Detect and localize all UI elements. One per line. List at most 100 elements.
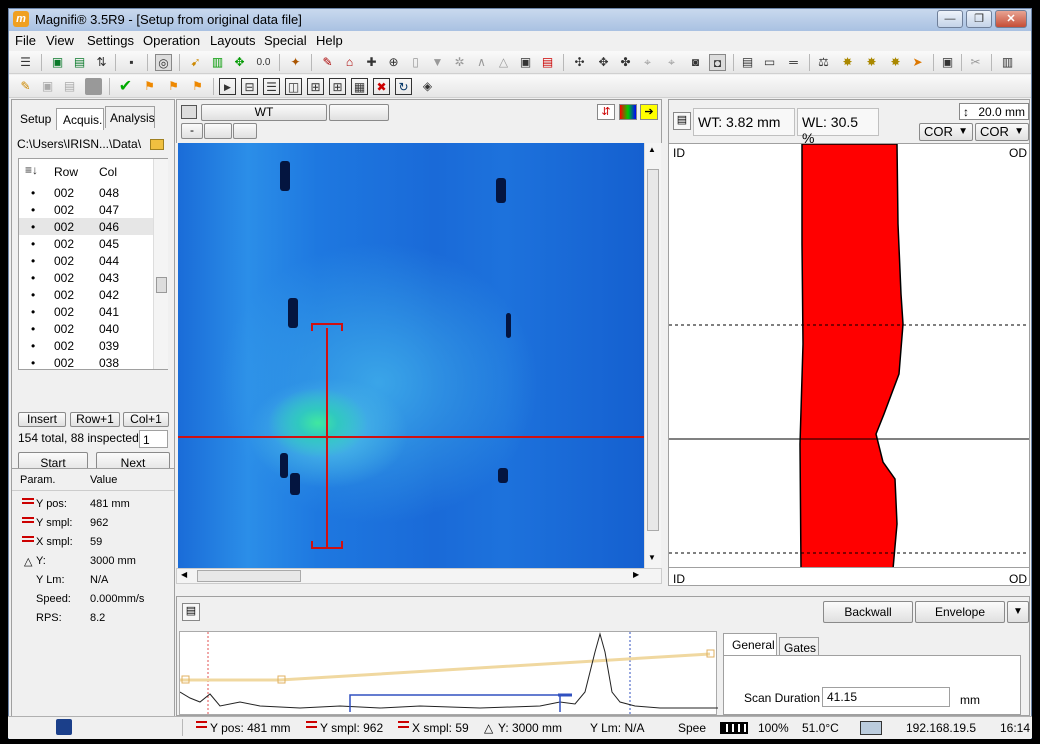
move-split-icon[interactable]: ✤ bbox=[617, 54, 634, 71]
col-plus-button[interactable]: Col+1 bbox=[123, 412, 169, 427]
layout-grid-icon[interactable]: ⊞ bbox=[329, 78, 346, 95]
menu-help[interactable]: Help bbox=[316, 33, 343, 48]
scroll-left-icon[interactable]: ◀ bbox=[181, 570, 187, 579]
page-icon[interactable]: ▤ bbox=[739, 54, 756, 71]
cursor-bottom-bracket[interactable] bbox=[311, 541, 343, 549]
layout-h-icon[interactable]: ⊟ bbox=[241, 78, 258, 95]
folder-icon[interactable] bbox=[150, 139, 164, 150]
cscan-hscroll[interactable]: ◀ ▶ bbox=[176, 568, 662, 584]
zero-icon[interactable]: 0.0 bbox=[255, 54, 272, 71]
menu-settings[interactable]: Settings bbox=[87, 33, 134, 48]
ascan-waveform[interactable] bbox=[179, 631, 718, 716]
play-icon[interactable]: ▶ bbox=[219, 78, 236, 95]
check-icon[interactable]: ✔ bbox=[117, 78, 134, 95]
cscan-option2-button[interactable] bbox=[233, 123, 257, 139]
cursor-mode-icon[interactable]: ⇵ bbox=[597, 104, 615, 120]
list-item[interactable]: • 002 039 bbox=[19, 337, 154, 354]
cscan-icon[interactable]: ▥ bbox=[209, 54, 226, 71]
cscan-vscroll[interactable]: ▲ ▼ bbox=[644, 143, 661, 568]
star1-icon[interactable]: ✸ bbox=[839, 54, 856, 71]
cscan-palette-icon[interactable] bbox=[181, 105, 197, 119]
bottom-settings-icon[interactable]: ▤ bbox=[182, 603, 200, 621]
insert-button[interactable]: Insert bbox=[18, 412, 66, 427]
save-icon[interactable]: ▪ bbox=[123, 54, 140, 71]
palette-icon[interactable]: ◈ bbox=[419, 78, 436, 95]
cscan-vscroll-thumb[interactable] bbox=[647, 169, 659, 531]
lens-icon[interactable]: ◎ bbox=[155, 54, 172, 71]
vertical-cursor[interactable] bbox=[326, 328, 328, 548]
scroll-down-icon[interactable]: ▼ bbox=[648, 553, 656, 562]
ruler-icon[interactable]: ═ bbox=[785, 54, 802, 71]
doc-icon[interactable]: ▯ bbox=[407, 54, 424, 71]
report-icon[interactable]: ▤ bbox=[539, 54, 556, 71]
envelope-button[interactable]: Envelope bbox=[915, 601, 1005, 623]
tab-setup[interactable]: Setup bbox=[20, 112, 51, 126]
range-field[interactable]: ↕ 20.0 mm bbox=[959, 103, 1029, 120]
cor-dropdown-1[interactable]: COR ▼ bbox=[919, 123, 973, 141]
window-icon[interactable]: ▣ bbox=[939, 54, 956, 71]
probe-b-icon[interactable]: ▤ bbox=[71, 54, 88, 71]
header-col[interactable]: Col bbox=[99, 165, 117, 179]
scroll-right-icon[interactable]: ▶ bbox=[633, 570, 639, 579]
list-item[interactable]: • 002 038 bbox=[19, 354, 154, 371]
camera-multi-icon[interactable]: ◘ bbox=[709, 54, 726, 71]
export-icon[interactable]: ➤ bbox=[909, 54, 926, 71]
wand-icon[interactable]: ✦ bbox=[287, 54, 304, 71]
filter-icon[interactable]: ▼ bbox=[429, 54, 446, 71]
envelope-dropdown-icon[interactable]: ▼ bbox=[1007, 601, 1029, 623]
list-item[interactable]: • 002 043 bbox=[19, 269, 154, 286]
marker-icon[interactable]: ✎ bbox=[319, 54, 336, 71]
cscan-image[interactable] bbox=[178, 143, 644, 568]
list-item[interactable]: • 002 047 bbox=[19, 201, 154, 218]
bscan-icon[interactable]: ✥ bbox=[231, 54, 248, 71]
list-item[interactable]: • 002 042 bbox=[19, 286, 154, 303]
wrench-icon[interactable]: ✎ bbox=[17, 78, 34, 95]
close-button[interactable]: ✕ bbox=[995, 10, 1027, 28]
scale-icon[interactable]: ⚖ bbox=[815, 54, 832, 71]
menu-file[interactable]: File bbox=[15, 33, 36, 48]
zoom-out-button[interactable]: - bbox=[181, 123, 203, 139]
inspected-input[interactable]: 1 bbox=[139, 430, 168, 448]
list-icon[interactable]: ☰ bbox=[17, 54, 34, 71]
cscan-view-button[interactable] bbox=[329, 104, 389, 121]
cursor2-icon[interactable]: ⌖ bbox=[663, 54, 680, 71]
restore-button[interactable]: ❐ bbox=[966, 10, 992, 28]
row-plus-button[interactable]: Row+1 bbox=[70, 412, 120, 427]
move-icon[interactable]: ✣ bbox=[571, 54, 588, 71]
scroll-up-icon[interactable]: ▲ bbox=[648, 145, 656, 154]
star2-icon[interactable]: ✸ bbox=[863, 54, 880, 71]
list-item[interactable]: • 002 048 bbox=[19, 184, 154, 201]
save-status-icon[interactable] bbox=[56, 719, 72, 735]
list-scrollbar[interactable] bbox=[153, 159, 168, 369]
menu-operation[interactable]: Operation bbox=[143, 33, 200, 48]
probe-icon[interactable]: ▣ bbox=[49, 54, 66, 71]
crosshair-icon[interactable]: ✚ bbox=[363, 54, 380, 71]
camera-icon[interactable]: ◙ bbox=[687, 54, 704, 71]
copy-icon[interactable]: ▣ bbox=[39, 78, 56, 95]
page2-icon[interactable]: ▭ bbox=[761, 54, 778, 71]
tab-gates[interactable]: Gates bbox=[779, 637, 819, 655]
horizontal-cursor[interactable] bbox=[178, 436, 644, 438]
angle-icon[interactable]: ∧ bbox=[473, 54, 490, 71]
cscan-hscroll-thumb[interactable] bbox=[197, 570, 301, 582]
tools-icon[interactable]: ✂ bbox=[967, 54, 984, 71]
arrow-right-icon[interactable]: ➔ bbox=[640, 104, 658, 120]
cursor1-icon[interactable]: ⌖ bbox=[639, 54, 656, 71]
wt-button[interactable]: WT bbox=[201, 104, 327, 121]
list-item-selected[interactable]: • 002 046 bbox=[19, 218, 154, 235]
list-item[interactable]: • 002 041 bbox=[19, 303, 154, 320]
backwall-button[interactable]: Backwall bbox=[823, 601, 913, 623]
menu-view[interactable]: View bbox=[46, 33, 74, 48]
gear-icon[interactable]: ✲ bbox=[451, 54, 468, 71]
paste-icon[interactable]: ▤ bbox=[61, 78, 78, 95]
close-layout-icon[interactable]: ✖ bbox=[373, 78, 390, 95]
header-row[interactable]: Row bbox=[54, 165, 78, 179]
tab-general[interactable]: General bbox=[723, 633, 777, 655]
sort-icon[interactable]: ≡↓ bbox=[25, 163, 38, 177]
thickness-profile[interactable]: ID OD ID OD bbox=[668, 143, 1030, 586]
refresh-icon[interactable]: ↻ bbox=[395, 78, 412, 95]
flag1-icon[interactable]: ⚑ bbox=[141, 78, 158, 95]
tune-icon[interactable]: ⇅ bbox=[93, 54, 110, 71]
scan-duration-input[interactable]: 41.15 bbox=[822, 687, 950, 707]
tab-acquis[interactable]: Acquis. bbox=[56, 108, 104, 130]
